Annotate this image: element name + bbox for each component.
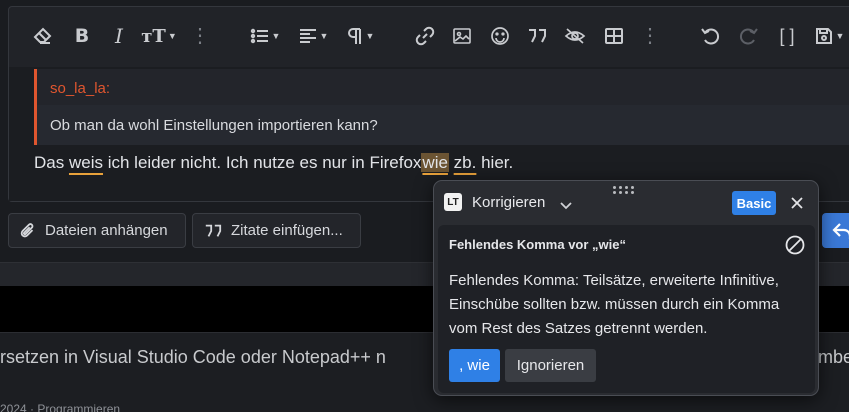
emoji-icon[interactable] [487,23,513,49]
paragraph-icon[interactable]: ▼ [340,23,380,49]
quote-author: so_la_la: [37,69,849,105]
suggestion-card: Fehlendes Komma vor „wie“ Fehlendes Komm… [438,225,815,393]
bold-icon[interactable]: B [69,23,95,49]
link-icon[interactable] [412,23,438,49]
thread-meta: 2024 · Programmieren [0,402,121,412]
text-size-icon[interactable]: тТ ▼ [139,23,179,49]
eraser-icon[interactable] [30,23,56,49]
more-icon[interactable]: ⋮ [637,23,663,49]
image-icon[interactable] [449,23,475,49]
attach-files-label: Dateien anhängen [45,222,168,239]
italic-icon[interactable]: I [106,23,132,49]
card-title: Fehlendes Komma vor „wie“ [449,237,626,252]
languagetool-logo: LT [444,193,462,211]
undo-icon[interactable] [697,23,723,49]
basic-badge[interactable]: Basic [732,191,776,215]
spoiler-icon[interactable] [562,23,588,49]
editor: B I тТ ▼ ⋮ ▼ ▼ ▼ ⋮ [] ▼ so_la_la: Ob ma… [8,6,849,202]
redo-icon [736,23,762,49]
quote-icon [205,224,222,237]
message-text[interactable]: Das weis ich leider nicht. Ich nutze es … [34,153,513,173]
thread-title-link[interactable]: rsetzen in Visual Studio Code oder Notep… [0,347,386,368]
list-icon[interactable]: ▼ [245,23,285,49]
quote-block: so_la_la: Ob man da wohl Einstellungen i… [34,69,849,145]
reply-button[interactable] [822,213,849,248]
drag-handle-icon[interactable] [613,186,641,196]
insert-quotes-label: Zitate einfügen... [231,222,343,239]
save-icon[interactable]: ▼ [809,23,849,49]
thread-title-right[interactable]: mber [818,347,849,368]
card-description: Fehlendes Komma: Teilsätze, erweiterte I… [449,272,780,337]
editor-toolbar: B I тТ ▼ ⋮ ▼ ▼ ▼ ⋮ [] ▼ [9,7,849,63]
correction-popup: LT Korrigieren Basic Fehlendes Komma vor… [433,180,819,396]
brackets-icon[interactable]: [ ] [774,23,800,49]
quote-text: Ob man da wohl Einstellungen importieren… [50,117,378,134]
spelling-error-weis[interactable]: weis [69,153,103,172]
close-icon[interactable] [786,192,808,214]
apply-suggestion-button[interactable]: , wie [449,349,500,382]
chevron-down-icon[interactable] [560,197,572,215]
more-icon[interactable]: ⋮ [187,23,213,49]
spelling-error-zb[interactable]: zb. [454,153,477,172]
disable-rule-icon[interactable] [784,234,806,256]
attach-files-button[interactable]: Dateien anhängen [8,213,186,248]
table-icon[interactable] [601,23,627,49]
popup-title[interactable]: Korrigieren [472,194,545,211]
align-icon[interactable]: ▼ [293,23,333,49]
ignore-button[interactable]: Ignorieren [505,349,596,382]
reply-icon [832,222,849,239]
quote-icon[interactable] [524,23,550,49]
paperclip-icon [20,222,34,237]
insert-quotes-button[interactable]: Zitate einfügen... [192,213,361,248]
grammar-error-wie[interactable]: wie [421,153,449,172]
